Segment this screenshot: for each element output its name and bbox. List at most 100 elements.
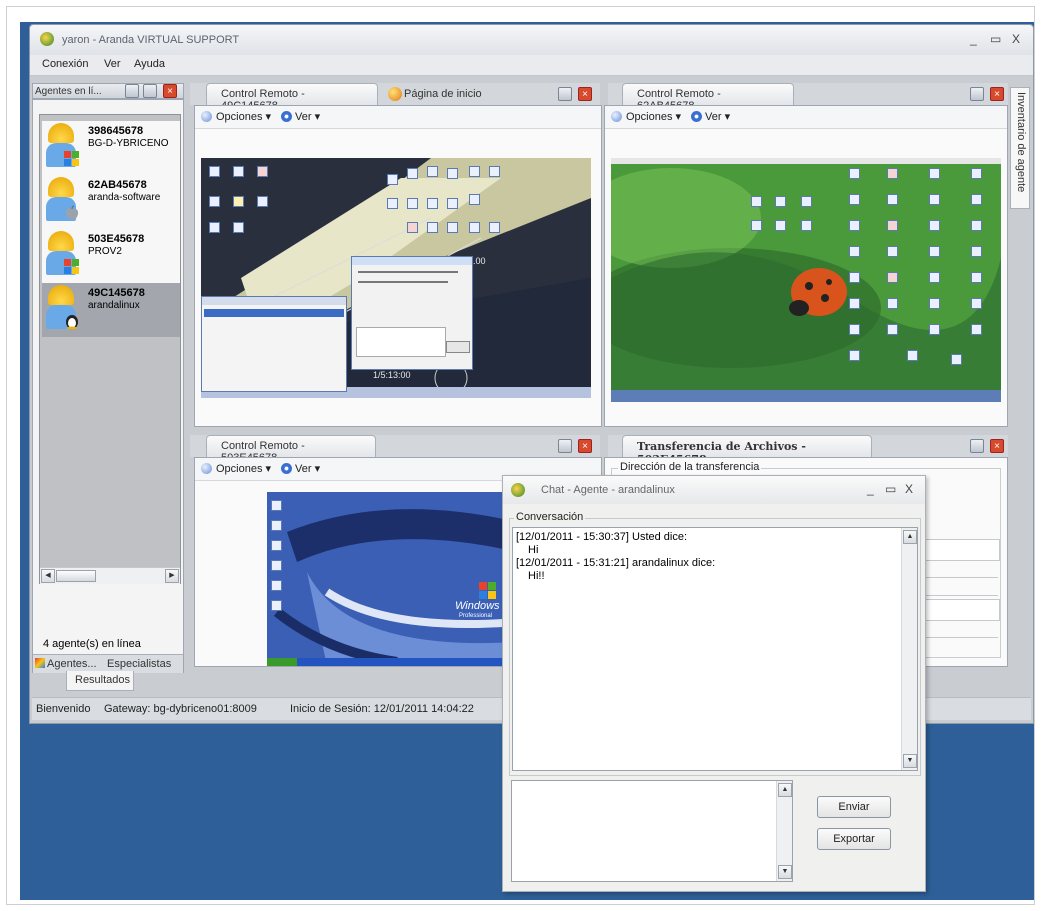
agent-item[interactable]: 62AB45678 aranda-software (42, 175, 180, 229)
agent-id: 503E45678 (88, 233, 145, 245)
scroll-left-arrow-icon[interactable]: ◀ (41, 569, 55, 583)
panel-close-icon[interactable]: × (578, 439, 592, 453)
chat-app-icon (511, 483, 525, 497)
panel-min-icon[interactable] (558, 439, 572, 453)
opciones-label: Opciones (216, 111, 263, 123)
agent-name: PROV2 (88, 246, 122, 257)
panel-close-icon[interactable]: × (990, 87, 1004, 101)
opciones-menu[interactable]: Opciones ▾ (611, 110, 681, 123)
ver-label: Ver (295, 463, 312, 475)
minimize-button[interactable]: _ (970, 32, 977, 46)
panel-close-icon[interactable]: × (163, 84, 177, 98)
tab-agentes[interactable]: Agentes... (47, 658, 97, 670)
chat-maximize-button[interactable]: ▭ (885, 482, 896, 496)
ver-label: Ver (295, 111, 312, 123)
tab-remote-62ab[interactable]: Control Remoto - 62AB45678 (622, 83, 794, 112)
agent-name: BG-D-YBRICENO (88, 138, 169, 149)
panel-restore-icon[interactable] (143, 84, 157, 98)
menu-ver[interactable]: Ver (104, 58, 121, 70)
agent-avatar (44, 177, 80, 223)
tab-transferencia[interactable]: Transferencia de Archivos - 503E45678 (622, 435, 872, 466)
chat-title: Chat - Agente - arandalinux (541, 484, 675, 496)
remote1-inner-dialog (351, 256, 473, 370)
opciones-label: Opciones (626, 111, 673, 123)
scroll-down-arrow-icon[interactable]: ▼ (778, 865, 792, 879)
scroll-right-arrow-icon[interactable]: ▶ (165, 569, 179, 583)
helmet-icon (48, 177, 74, 197)
remote1-screen[interactable]: 1.6.1.00 1/5:13:00 (201, 158, 591, 398)
agent-avatar (44, 123, 80, 169)
ver-menu[interactable]: Ver ▾ (281, 462, 320, 475)
opciones-menu[interactable]: Opciones ▾ (201, 110, 271, 123)
remote3-screen[interactable]: Windows Professional (267, 492, 517, 666)
panel-min-icon[interactable] (558, 87, 572, 101)
remote1-clock: 1/5:13:00 (373, 370, 411, 380)
options-icon (611, 111, 622, 122)
scroll-down-arrow-icon[interactable]: ▼ (903, 754, 917, 768)
remote1-toolbar: Opciones ▾ Ver ▾ (195, 106, 601, 129)
tab-remote-49c[interactable]: Control Remoto - 49C145678 (206, 83, 378, 112)
apple-logo-icon (64, 205, 80, 221)
agents-panel-header: Agentes en lí... × (32, 83, 184, 99)
app-icon (40, 32, 54, 46)
helmet-icon (48, 231, 74, 251)
scroll-up-arrow-icon[interactable]: ▲ (903, 530, 917, 544)
menu-ayuda[interactable]: Ayuda (134, 58, 165, 70)
chat-close-button[interactable]: X (905, 482, 913, 496)
agents-list: 398645678 BG-D-YBRICENO 62AB45678 aranda… (39, 114, 181, 584)
menu-conexion[interactable]: Conexión (42, 58, 88, 70)
agent-id: 49C145678 (88, 287, 145, 299)
panel-min-icon[interactable] (970, 87, 984, 101)
export-button[interactable]: Exportar (817, 828, 891, 850)
opciones-menu[interactable]: Opciones ▾ (201, 462, 271, 475)
agent-id: 62AB45678 (88, 179, 147, 191)
panel-close-icon[interactable]: × (578, 87, 592, 101)
agents-online-status: 4 agente(s) en línea (43, 638, 141, 650)
ver-menu[interactable]: Ver ▾ (281, 110, 320, 123)
agents-tab-icon (35, 658, 45, 668)
agent-avatar (44, 285, 80, 331)
options-icon (201, 111, 212, 122)
remote1-tabstrip: Control Remoto - 49C145678 Página de ini… (190, 83, 600, 112)
chat-window: Chat - Agente - arandalinux _ ▭ X Conver… (502, 475, 926, 892)
side-tab-inventario[interactable]: Inventario de agente (1010, 87, 1030, 209)
remote1-inner-window (201, 296, 347, 392)
remote2-screen[interactable] (611, 158, 1001, 402)
tab-resultados[interactable]: Resultados (66, 671, 134, 691)
linux-penguin-icon (64, 313, 80, 330)
conversation-label: Conversación (514, 511, 586, 523)
maximize-button[interactable]: ▭ (990, 32, 1001, 46)
input-scrollbar[interactable]: ▲ ▼ (776, 781, 792, 881)
windows-logo-icon (64, 151, 80, 167)
transfer-tabstrip: Transferencia de Archivos - 503E45678 × (608, 435, 1008, 466)
conversation-scrollbar[interactable]: ▲ ▼ (901, 528, 917, 770)
conversation-log[interactable]: [12/01/2011 - 15:30:37] Usted dice: Hi [… (512, 527, 918, 771)
tab-remote-503e[interactable]: Control Remoto - 503E45678 (206, 435, 376, 464)
panel-close-icon[interactable]: × (990, 439, 1004, 453)
view-icon (691, 111, 702, 122)
resultados-label: Resultados (75, 674, 131, 686)
agents-hscrollbar[interactable]: ◀ ▶ (40, 567, 180, 584)
menu-bar: Conexión Ver Ayuda (30, 55, 1033, 76)
message-input[interactable]: ▲ ▼ (511, 780, 793, 882)
agent-item[interactable]: 503E45678 PROV2 (42, 229, 180, 283)
remote2-panel: Opciones ▾ Ver ▾ (604, 105, 1008, 427)
agent-item[interactable]: 398645678 BG-D-YBRICENO (42, 121, 180, 175)
status-welcome: Bienvenido (36, 703, 91, 715)
close-button[interactable]: X (1012, 32, 1020, 46)
panel-min-icon[interactable] (125, 84, 139, 98)
status-gateway: Gateway: bg-dybriceno01:8009 (104, 703, 257, 715)
ver-menu[interactable]: Ver ▾ (691, 110, 730, 123)
side-tab-label: Inventario de agente (1015, 92, 1027, 193)
scroll-thumb[interactable] (56, 570, 96, 582)
agent-name: aranda-software (88, 192, 161, 203)
agent-item-selected[interactable]: 49C145678 arandalinux (42, 283, 180, 337)
chat-minimize-button[interactable]: _ (867, 482, 874, 496)
tab-pagina-inicio[interactable]: Página de inicio (404, 88, 482, 100)
panel-min-icon[interactable] (970, 439, 984, 453)
agents-panel-title: Agentes en lí... (35, 86, 102, 97)
scroll-up-arrow-icon[interactable]: ▲ (778, 783, 792, 797)
status-session: Inicio de Sesión: 12/01/2011 14:04:22 (290, 703, 474, 715)
agent-name: arandalinux (88, 300, 140, 311)
send-button[interactable]: Enviar (817, 796, 891, 818)
